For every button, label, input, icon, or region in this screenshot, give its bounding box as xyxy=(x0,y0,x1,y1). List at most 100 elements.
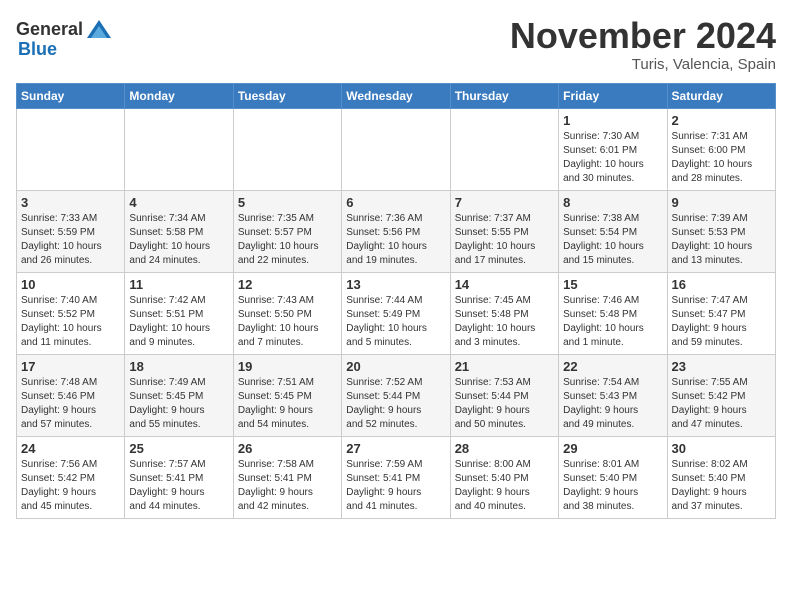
day-number: 26 xyxy=(238,441,337,456)
day-info: Sunrise: 7:59 AM Sunset: 5:41 PM Dayligh… xyxy=(346,458,445,514)
calendar-cell: 19Sunrise: 7:51 AM Sunset: 5:45 PM Dayli… xyxy=(233,354,341,436)
day-info: Sunrise: 8:02 AM Sunset: 5:40 PM Dayligh… xyxy=(672,458,771,514)
calendar-cell: 2 Sunrise: 7:31 AM Sunset: 6:00 PM Daylig… xyxy=(667,108,775,190)
day-info: Sunrise: 8:00 AM Sunset: 5:40 PM Dayligh… xyxy=(455,458,554,514)
calendar-cell: 30 Sunrise: 8:02 AM Sunset: 5:40 PM Dayli… xyxy=(667,436,775,518)
day-info: Sunrise: 7:37 AM Sunset: 5:55 PM Dayligh… xyxy=(455,212,554,268)
calendar-cell: 18 Sunrise: 7:49 AM Sunset: 5:45 PM Dayli… xyxy=(125,354,233,436)
logo: General Blue xyxy=(16,16,113,60)
day-number: 13 xyxy=(346,277,445,292)
day-info: Sunrise: 7:43 AM Sunset: 5:50 PM Dayligh… xyxy=(238,294,337,350)
weekday-header: Wednesday xyxy=(342,83,450,108)
day-number: 1 xyxy=(563,113,662,128)
day-number: 9 xyxy=(672,195,771,210)
day-number: 12 xyxy=(238,277,337,292)
day-info: Sunrise: 7:44 AM Sunset: 5:49 PM Dayligh… xyxy=(346,294,445,350)
day-info: Sunrise: 7:48 AM Sunset: 5:46 PM Dayligh… xyxy=(21,376,120,432)
logo-blue: Blue xyxy=(18,39,57,59)
calendar-body: 1 Sunrise: 7:30 AM Sunset: 6:01 PM Daylig… xyxy=(17,108,776,518)
calendar-cell: 10 Sunrise: 7:40 AM Sunset: 5:52 PM Dayli… xyxy=(17,272,125,354)
day-info: Sunrise: 7:55 AM Sunset: 5:42 PM Dayligh… xyxy=(672,376,771,432)
logo-icon xyxy=(85,16,113,44)
calendar-cell: 28 Sunrise: 8:00 AM Sunset: 5:40 PM Dayli… xyxy=(450,436,558,518)
day-info: Sunrise: 7:53 AM Sunset: 5:44 PM Dayligh… xyxy=(455,376,554,432)
day-number: 19 xyxy=(238,359,337,374)
calendar-cell: 17 Sunrise: 7:48 AM Sunset: 5:46 PM Dayli… xyxy=(17,354,125,436)
weekday-header: Thursday xyxy=(450,83,558,108)
calendar-cell: 14 Sunrise: 7:45 AM Sunset: 5:48 PM Dayli… xyxy=(450,272,558,354)
day-info: Sunrise: 7:38 AM Sunset: 5:54 PM Dayligh… xyxy=(563,212,662,268)
calendar-cell: 24Sunrise: 7:56 AM Sunset: 5:42 PM Dayli… xyxy=(17,436,125,518)
location: Turis, Valencia, Spain xyxy=(510,56,776,73)
calendar-header-row: SundayMondayTuesdayWednesdayThursdayFrid… xyxy=(17,83,776,108)
day-number: 17 xyxy=(21,359,120,374)
day-number: 3 xyxy=(21,195,120,210)
day-number: 23 xyxy=(672,359,771,374)
day-info: Sunrise: 7:30 AM Sunset: 6:01 PM Dayligh… xyxy=(563,130,662,186)
day-info: Sunrise: 7:47 AM Sunset: 5:47 PM Dayligh… xyxy=(672,294,771,350)
calendar-week-row: 24Sunrise: 7:56 AM Sunset: 5:42 PM Dayli… xyxy=(17,436,776,518)
calendar-cell: 7 Sunrise: 7:37 AM Sunset: 5:55 PM Daylig… xyxy=(450,190,558,272)
day-number: 21 xyxy=(455,359,554,374)
weekday-header: Sunday xyxy=(17,83,125,108)
day-info: Sunrise: 7:33 AM Sunset: 5:59 PM Dayligh… xyxy=(21,212,120,268)
weekday-header: Tuesday xyxy=(233,83,341,108)
day-info: Sunrise: 7:58 AM Sunset: 5:41 PM Dayligh… xyxy=(238,458,337,514)
day-info: Sunrise: 7:45 AM Sunset: 5:48 PM Dayligh… xyxy=(455,294,554,350)
day-number: 29 xyxy=(563,441,662,456)
day-number: 7 xyxy=(455,195,554,210)
day-number: 11 xyxy=(129,277,228,292)
calendar-cell: 23 Sunrise: 7:55 AM Sunset: 5:42 PM Dayli… xyxy=(667,354,775,436)
calendar-cell: 20 Sunrise: 7:52 AM Sunset: 5:44 PM Dayli… xyxy=(342,354,450,436)
day-info: Sunrise: 7:35 AM Sunset: 5:57 PM Dayligh… xyxy=(238,212,337,268)
day-info: Sunrise: 7:52 AM Sunset: 5:44 PM Dayligh… xyxy=(346,376,445,432)
day-number: 14 xyxy=(455,277,554,292)
logo-general: General xyxy=(16,20,83,40)
day-info: Sunrise: 7:39 AM Sunset: 5:53 PM Dayligh… xyxy=(672,212,771,268)
day-number: 30 xyxy=(672,441,771,456)
calendar-cell: 16Sunrise: 7:47 AM Sunset: 5:47 PM Dayli… xyxy=(667,272,775,354)
calendar-cell: 1 Sunrise: 7:30 AM Sunset: 6:01 PM Daylig… xyxy=(559,108,667,190)
weekday-header: Saturday xyxy=(667,83,775,108)
calendar-week-row: 3 Sunrise: 7:33 AM Sunset: 5:59 PM Daylig… xyxy=(17,190,776,272)
weekday-header: Friday xyxy=(559,83,667,108)
day-info: Sunrise: 7:31 AM Sunset: 6:00 PM Dayligh… xyxy=(672,130,771,186)
day-number: 28 xyxy=(455,441,554,456)
calendar-cell: 4Sunrise: 7:34 AM Sunset: 5:58 PM Daylig… xyxy=(125,190,233,272)
page-header: General Blue November 2024 Turis, Valenc… xyxy=(16,16,776,73)
calendar-cell: 15Sunrise: 7:46 AM Sunset: 5:48 PM Dayli… xyxy=(559,272,667,354)
day-info: Sunrise: 8:01 AM Sunset: 5:40 PM Dayligh… xyxy=(563,458,662,514)
day-number: 27 xyxy=(346,441,445,456)
day-number: 10 xyxy=(21,277,120,292)
day-info: Sunrise: 7:49 AM Sunset: 5:45 PM Dayligh… xyxy=(129,376,228,432)
day-number: 5 xyxy=(238,195,337,210)
day-number: 20 xyxy=(346,359,445,374)
day-number: 18 xyxy=(129,359,228,374)
calendar-week-row: 17 Sunrise: 7:48 AM Sunset: 5:46 PM Dayli… xyxy=(17,354,776,436)
calendar-cell: 13 Sunrise: 7:44 AM Sunset: 5:49 PM Dayli… xyxy=(342,272,450,354)
calendar-cell: 29 Sunrise: 8:01 AM Sunset: 5:40 PM Dayli… xyxy=(559,436,667,518)
calendar-cell xyxy=(233,108,341,190)
calendar-cell xyxy=(342,108,450,190)
calendar-cell: 25 Sunrise: 7:57 AM Sunset: 5:41 PM Dayli… xyxy=(125,436,233,518)
calendar-cell: 9 Sunrise: 7:39 AM Sunset: 5:53 PM Daylig… xyxy=(667,190,775,272)
calendar-cell: 11Sunrise: 7:42 AM Sunset: 5:51 PM Dayli… xyxy=(125,272,233,354)
day-info: Sunrise: 7:56 AM Sunset: 5:42 PM Dayligh… xyxy=(21,458,120,514)
day-number: 2 xyxy=(672,113,771,128)
day-number: 4 xyxy=(129,195,228,210)
calendar-cell: 12 Sunrise: 7:43 AM Sunset: 5:50 PM Dayli… xyxy=(233,272,341,354)
calendar-cell: 27 Sunrise: 7:59 AM Sunset: 5:41 PM Dayli… xyxy=(342,436,450,518)
calendar-cell: 8 Sunrise: 7:38 AM Sunset: 5:54 PM Daylig… xyxy=(559,190,667,272)
calendar-week-row: 1 Sunrise: 7:30 AM Sunset: 6:01 PM Daylig… xyxy=(17,108,776,190)
month-title: November 2024 xyxy=(510,16,776,56)
day-info: Sunrise: 7:40 AM Sunset: 5:52 PM Dayligh… xyxy=(21,294,120,350)
calendar-cell: 21 Sunrise: 7:53 AM Sunset: 5:44 PM Dayli… xyxy=(450,354,558,436)
calendar-cell xyxy=(450,108,558,190)
day-number: 22 xyxy=(563,359,662,374)
calendar-cell: 6Sunrise: 7:36 AM Sunset: 5:56 PM Daylig… xyxy=(342,190,450,272)
calendar-cell: 5 Sunrise: 7:35 AM Sunset: 5:57 PM Daylig… xyxy=(233,190,341,272)
day-number: 8 xyxy=(563,195,662,210)
day-info: Sunrise: 7:57 AM Sunset: 5:41 PM Dayligh… xyxy=(129,458,228,514)
day-number: 25 xyxy=(129,441,228,456)
weekday-header: Monday xyxy=(125,83,233,108)
